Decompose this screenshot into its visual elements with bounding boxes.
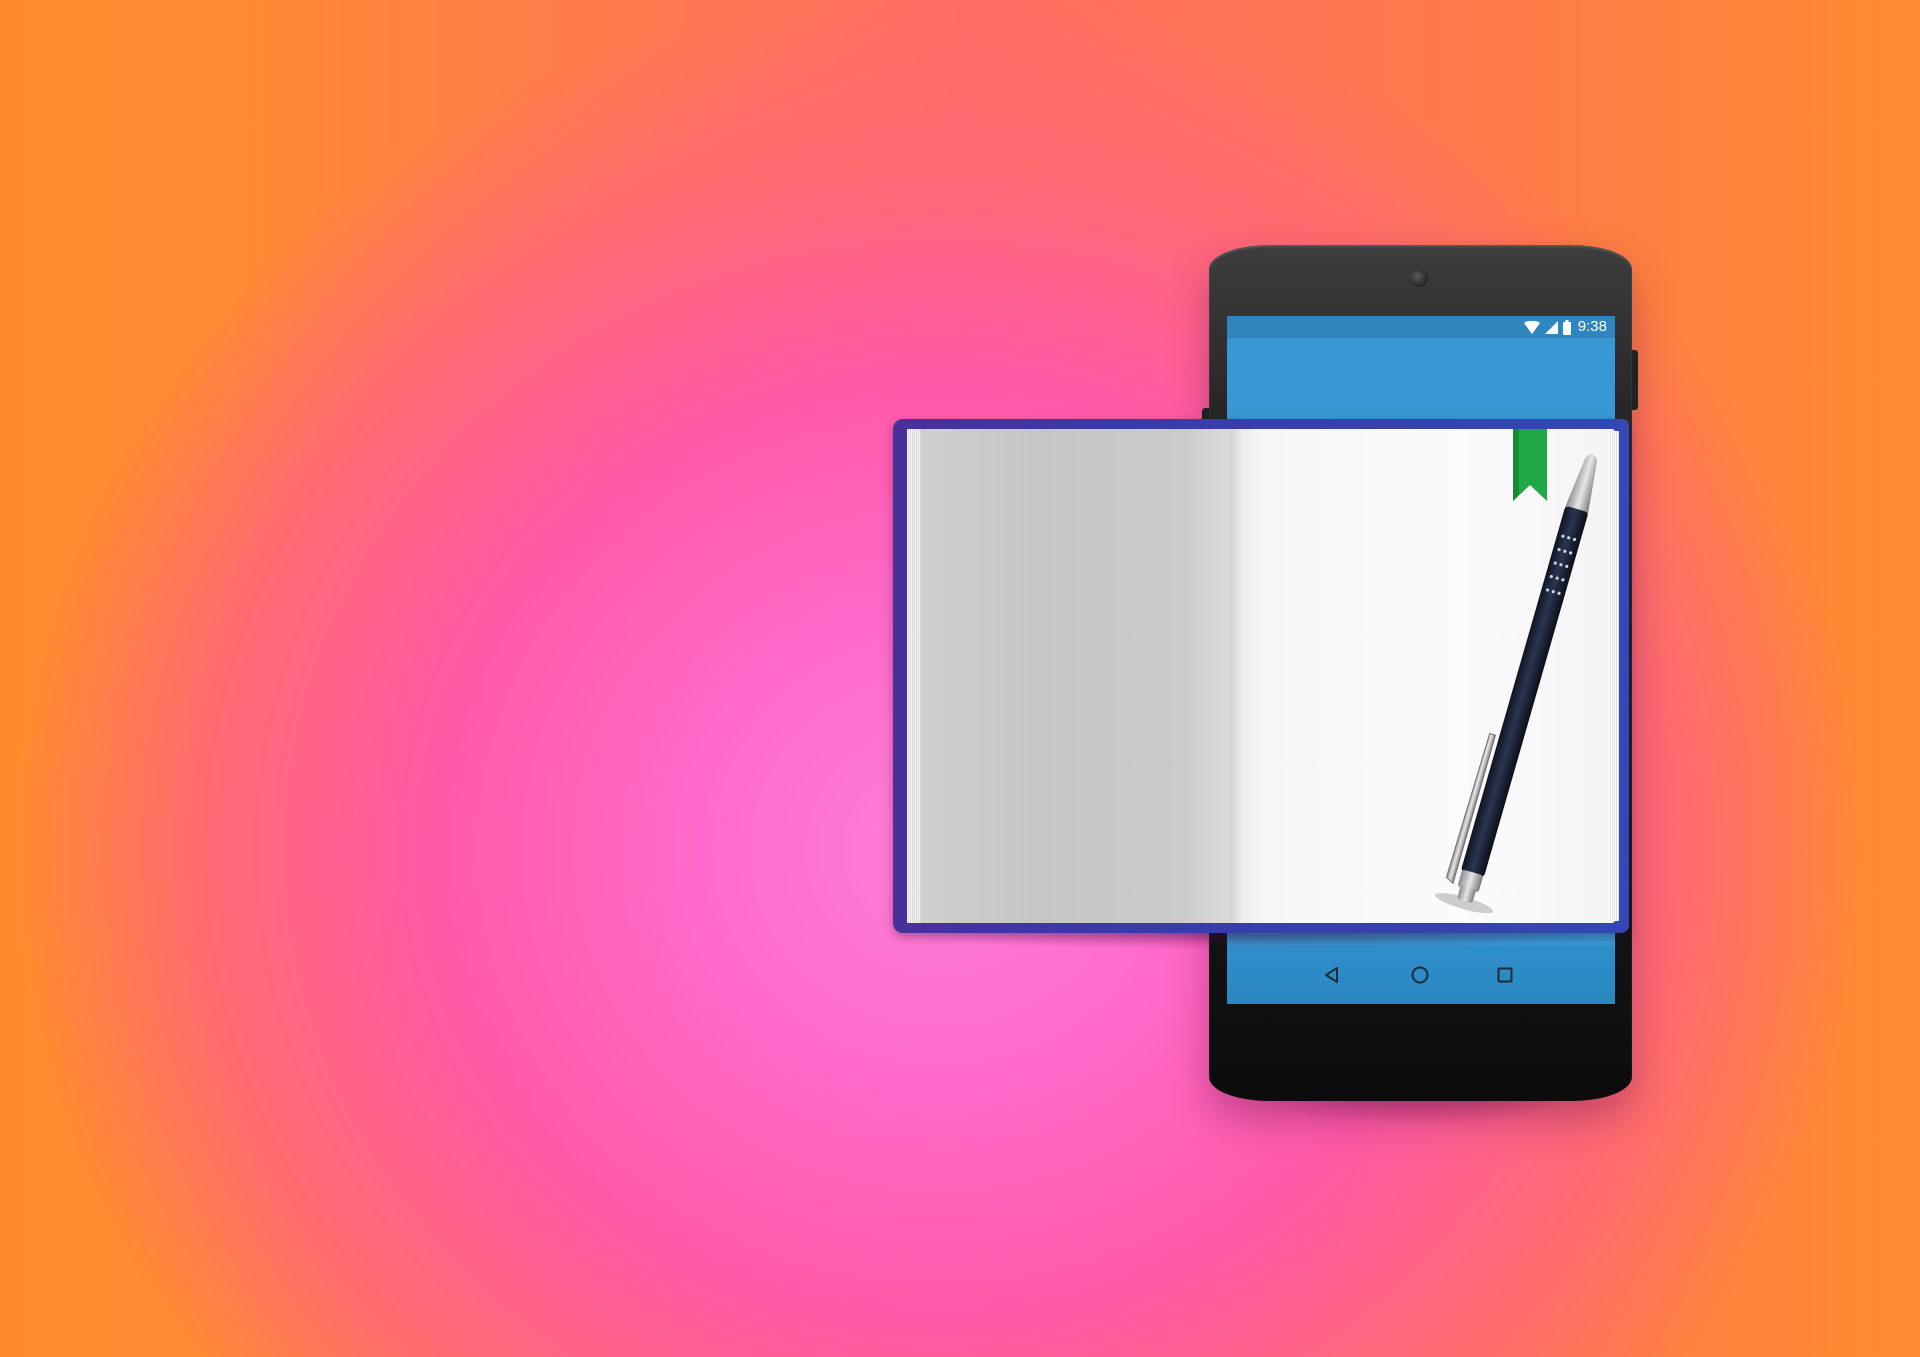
background-canvas: 9:38 <box>0 0 1920 1357</box>
ballpoint-pen-icon <box>1435 454 1598 914</box>
